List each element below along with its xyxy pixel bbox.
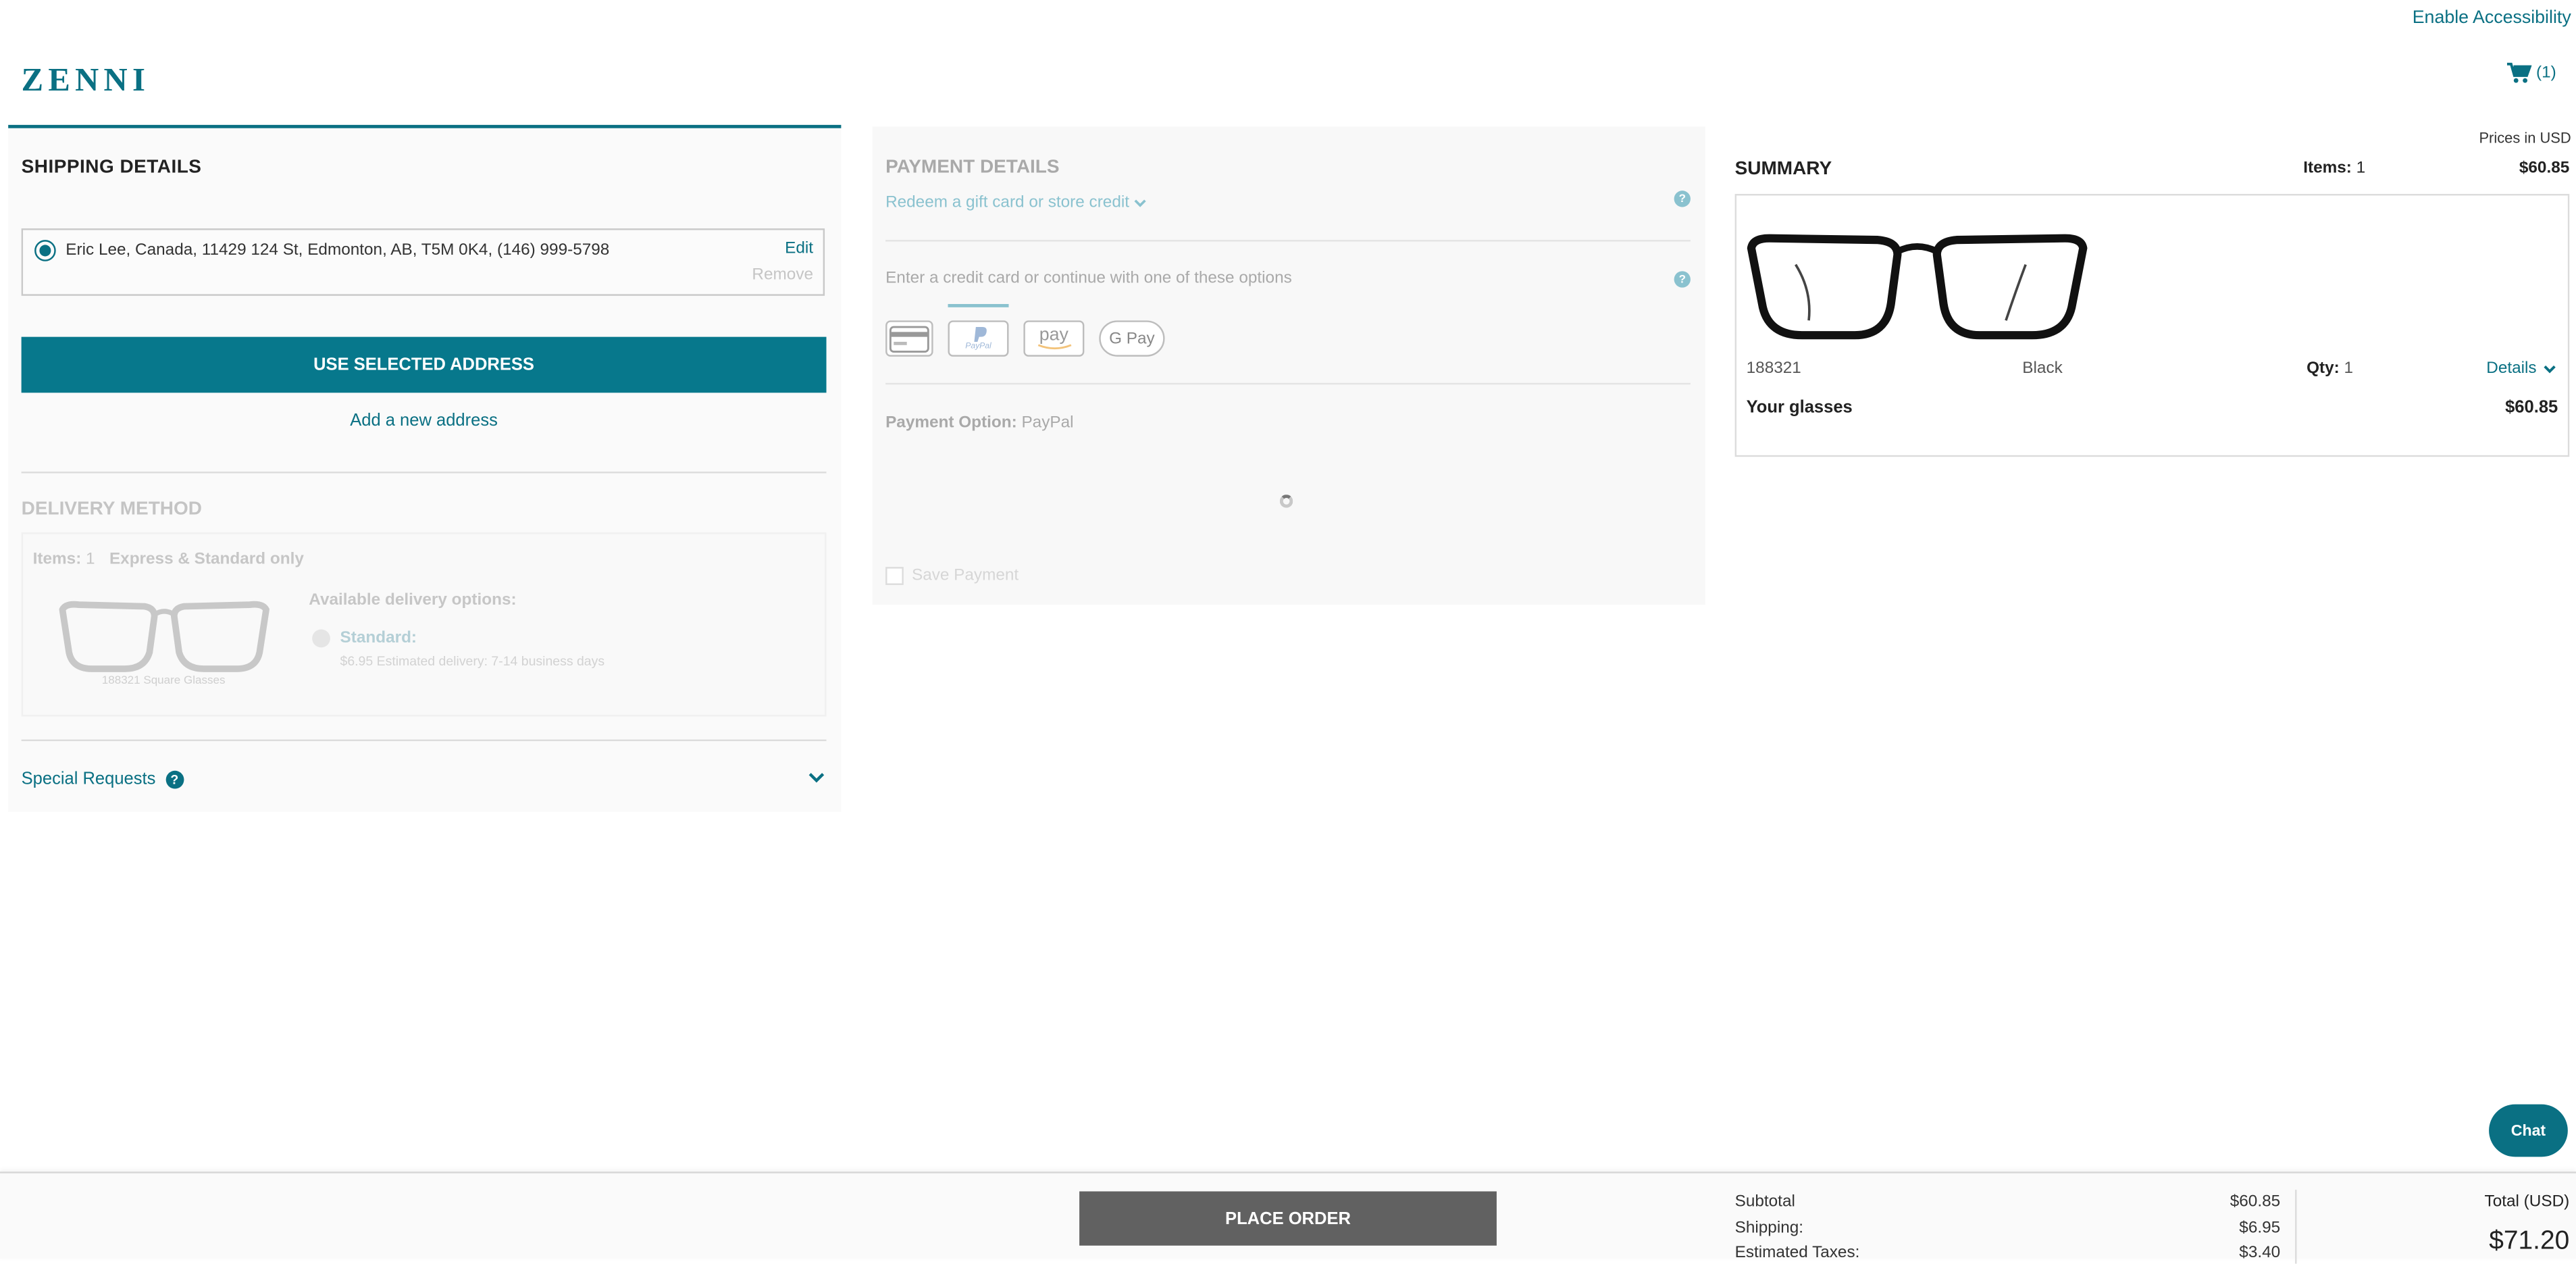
active-method-indicator [948, 303, 1009, 307]
payment-column: PAYMENT DETAILS Redeem a gift card or st… [872, 126, 1705, 605]
shipping-label: Shipping: [1734, 1219, 1804, 1238]
express-note: Express & Standard only [109, 550, 304, 569]
prices-currency-note: Prices in USD [2479, 130, 2571, 147]
delivery-method-title: DELIVERY METHOD [21, 499, 202, 520]
paypal-label: PayPal [965, 341, 991, 352]
available-options-label: Available delivery options: [309, 591, 517, 610]
save-payment-checkbox[interactable]: Save Payment [885, 567, 1019, 585]
chevron-down-icon [1135, 199, 1147, 207]
chevron-down-icon [2544, 364, 2556, 373]
special-requests-toggle[interactable]: Special Requests ? [21, 769, 184, 789]
payment-option: Payment Option: PayPal [885, 414, 1073, 432]
redeem-label: Redeem a gift card or store credit [885, 194, 1130, 212]
google-pay-label: G Pay [1109, 329, 1155, 348]
enter-credit-card-text: Enter a credit card or continue with one… [885, 269, 1292, 288]
your-glasses-label: Your glasses [1746, 397, 1853, 418]
divider [885, 240, 1691, 242]
place-order-button[interactable]: PLACE ORDER [1079, 1191, 1497, 1246]
help-icon[interactable]: ? [1674, 191, 1691, 207]
summary-title: SUMMARY [1734, 159, 1832, 180]
amazon-pay-option[interactable]: pay [1023, 320, 1085, 357]
add-new-address-link[interactable]: Add a new address [22, 411, 827, 430]
edit-address-link[interactable]: Edit [785, 240, 813, 258]
standard-detail: $6.95 Estimated delivery: 7-14 business … [340, 654, 605, 669]
subtotal-value: $60.85 [2230, 1192, 2281, 1211]
google-pay-option[interactable]: G Pay [1099, 320, 1165, 357]
amazon-smile-icon [1037, 344, 1071, 350]
chevron-down-icon[interactable] [806, 767, 826, 787]
help-icon[interactable]: ? [165, 769, 184, 788]
standard-label: Standard: [340, 629, 417, 648]
summary-items-count: 1 [2356, 159, 2366, 178]
use-selected-address-button[interactable]: USE SELECTED ADDRESS [21, 336, 827, 393]
delivery-items-label: Items: [32, 550, 82, 569]
divider [2295, 1190, 2297, 1264]
cart-count: (1) [2536, 64, 2556, 82]
address-option[interactable]: Eric Lee, Canada, 11429 124 St, Edmonton… [21, 228, 825, 296]
address-radio[interactable] [34, 240, 56, 261]
glasses-product-image [1747, 234, 2088, 340]
divider [885, 382, 1691, 385]
loading-spinner-icon [1279, 495, 1293, 508]
cart-icon [2506, 62, 2531, 83]
product-sku: 188321 [1746, 359, 1801, 378]
special-requests-label: Special Requests [21, 769, 156, 789]
estimated-taxes-label: Estimated Taxes: [1734, 1244, 1860, 1263]
cart-button[interactable]: (1) [2506, 62, 2556, 84]
credit-card-option[interactable] [885, 320, 933, 357]
remove-address-link[interactable]: Remove [752, 266, 813, 284]
shipping-title: SHIPPING DETAILS [21, 157, 202, 178]
paypal-icon [973, 327, 986, 342]
summary-items-label: Items: [2303, 159, 2352, 178]
delivery-items-count: 1 [86, 550, 95, 569]
help-icon[interactable]: ? [1674, 271, 1691, 288]
checkbox[interactable] [885, 567, 904, 585]
payment-option-label: Payment Option: [885, 413, 1017, 432]
delivery-items: Items: 1 Express & Standard only [33, 551, 304, 569]
qty-label: Qty: [2307, 359, 2340, 378]
payment-title: PAYMENT DETAILS [885, 157, 1060, 178]
product-qty: Qty: 1 [2307, 360, 2353, 378]
subtotal-label: Subtotal [1734, 1192, 1795, 1211]
zenni-logo[interactable]: ZENNI [22, 62, 151, 100]
shipping-value: $6.95 [2239, 1219, 2281, 1238]
your-glasses-price: $60.85 [2505, 397, 2558, 418]
divider [21, 472, 827, 474]
details-toggle[interactable]: Details [2486, 360, 2558, 378]
paypal-option[interactable]: PayPal [948, 320, 1009, 357]
credit-card-icon [889, 325, 929, 352]
payment-option-value: PayPal [1021, 413, 1074, 432]
product-color: Black [2022, 359, 2063, 378]
chat-button[interactable]: Chat [2489, 1104, 2568, 1157]
details-label: Details [2486, 359, 2537, 378]
checkout-page: ZENNI Enable Accessibility (1) SHIPPING … [0, 0, 2576, 1264]
estimated-taxes-value: $3.40 [2239, 1244, 2281, 1263]
frame-caption: 188321 Square Glasses [101, 675, 226, 687]
total-value: $71.20 [2489, 1228, 2570, 1256]
divider [21, 739, 827, 742]
address-text: Eric Lee, Canada, 11429 124 St, Edmonton… [66, 241, 610, 260]
glasses-thumbnail-icon [59, 601, 269, 672]
delivery-method-box: Items: 1 Express & Standard only 188321 … [21, 532, 827, 717]
summary-item-card: 188321 Black Qty: 1 Details Your glasses… [1734, 194, 2570, 457]
enable-accessibility-link[interactable]: Enable Accessibility [2413, 8, 2571, 28]
amazon-pay-label: pay [1039, 325, 1068, 345]
standard-radio[interactable] [312, 629, 330, 648]
summary-total-price: $60.85 [2519, 159, 2570, 178]
save-payment-label: Save Payment [911, 567, 1019, 585]
qty-value: 1 [2344, 359, 2354, 378]
checkout-footer: PLACE ORDER Subtotal $60.85 Shipping: $6… [0, 1171, 2576, 1264]
total-label: Total (USD) [2484, 1192, 2570, 1211]
redeem-gift-card-link[interactable]: Redeem a gift card or store credit [885, 194, 1149, 212]
summary-items: Items: 1 [2303, 159, 2365, 178]
